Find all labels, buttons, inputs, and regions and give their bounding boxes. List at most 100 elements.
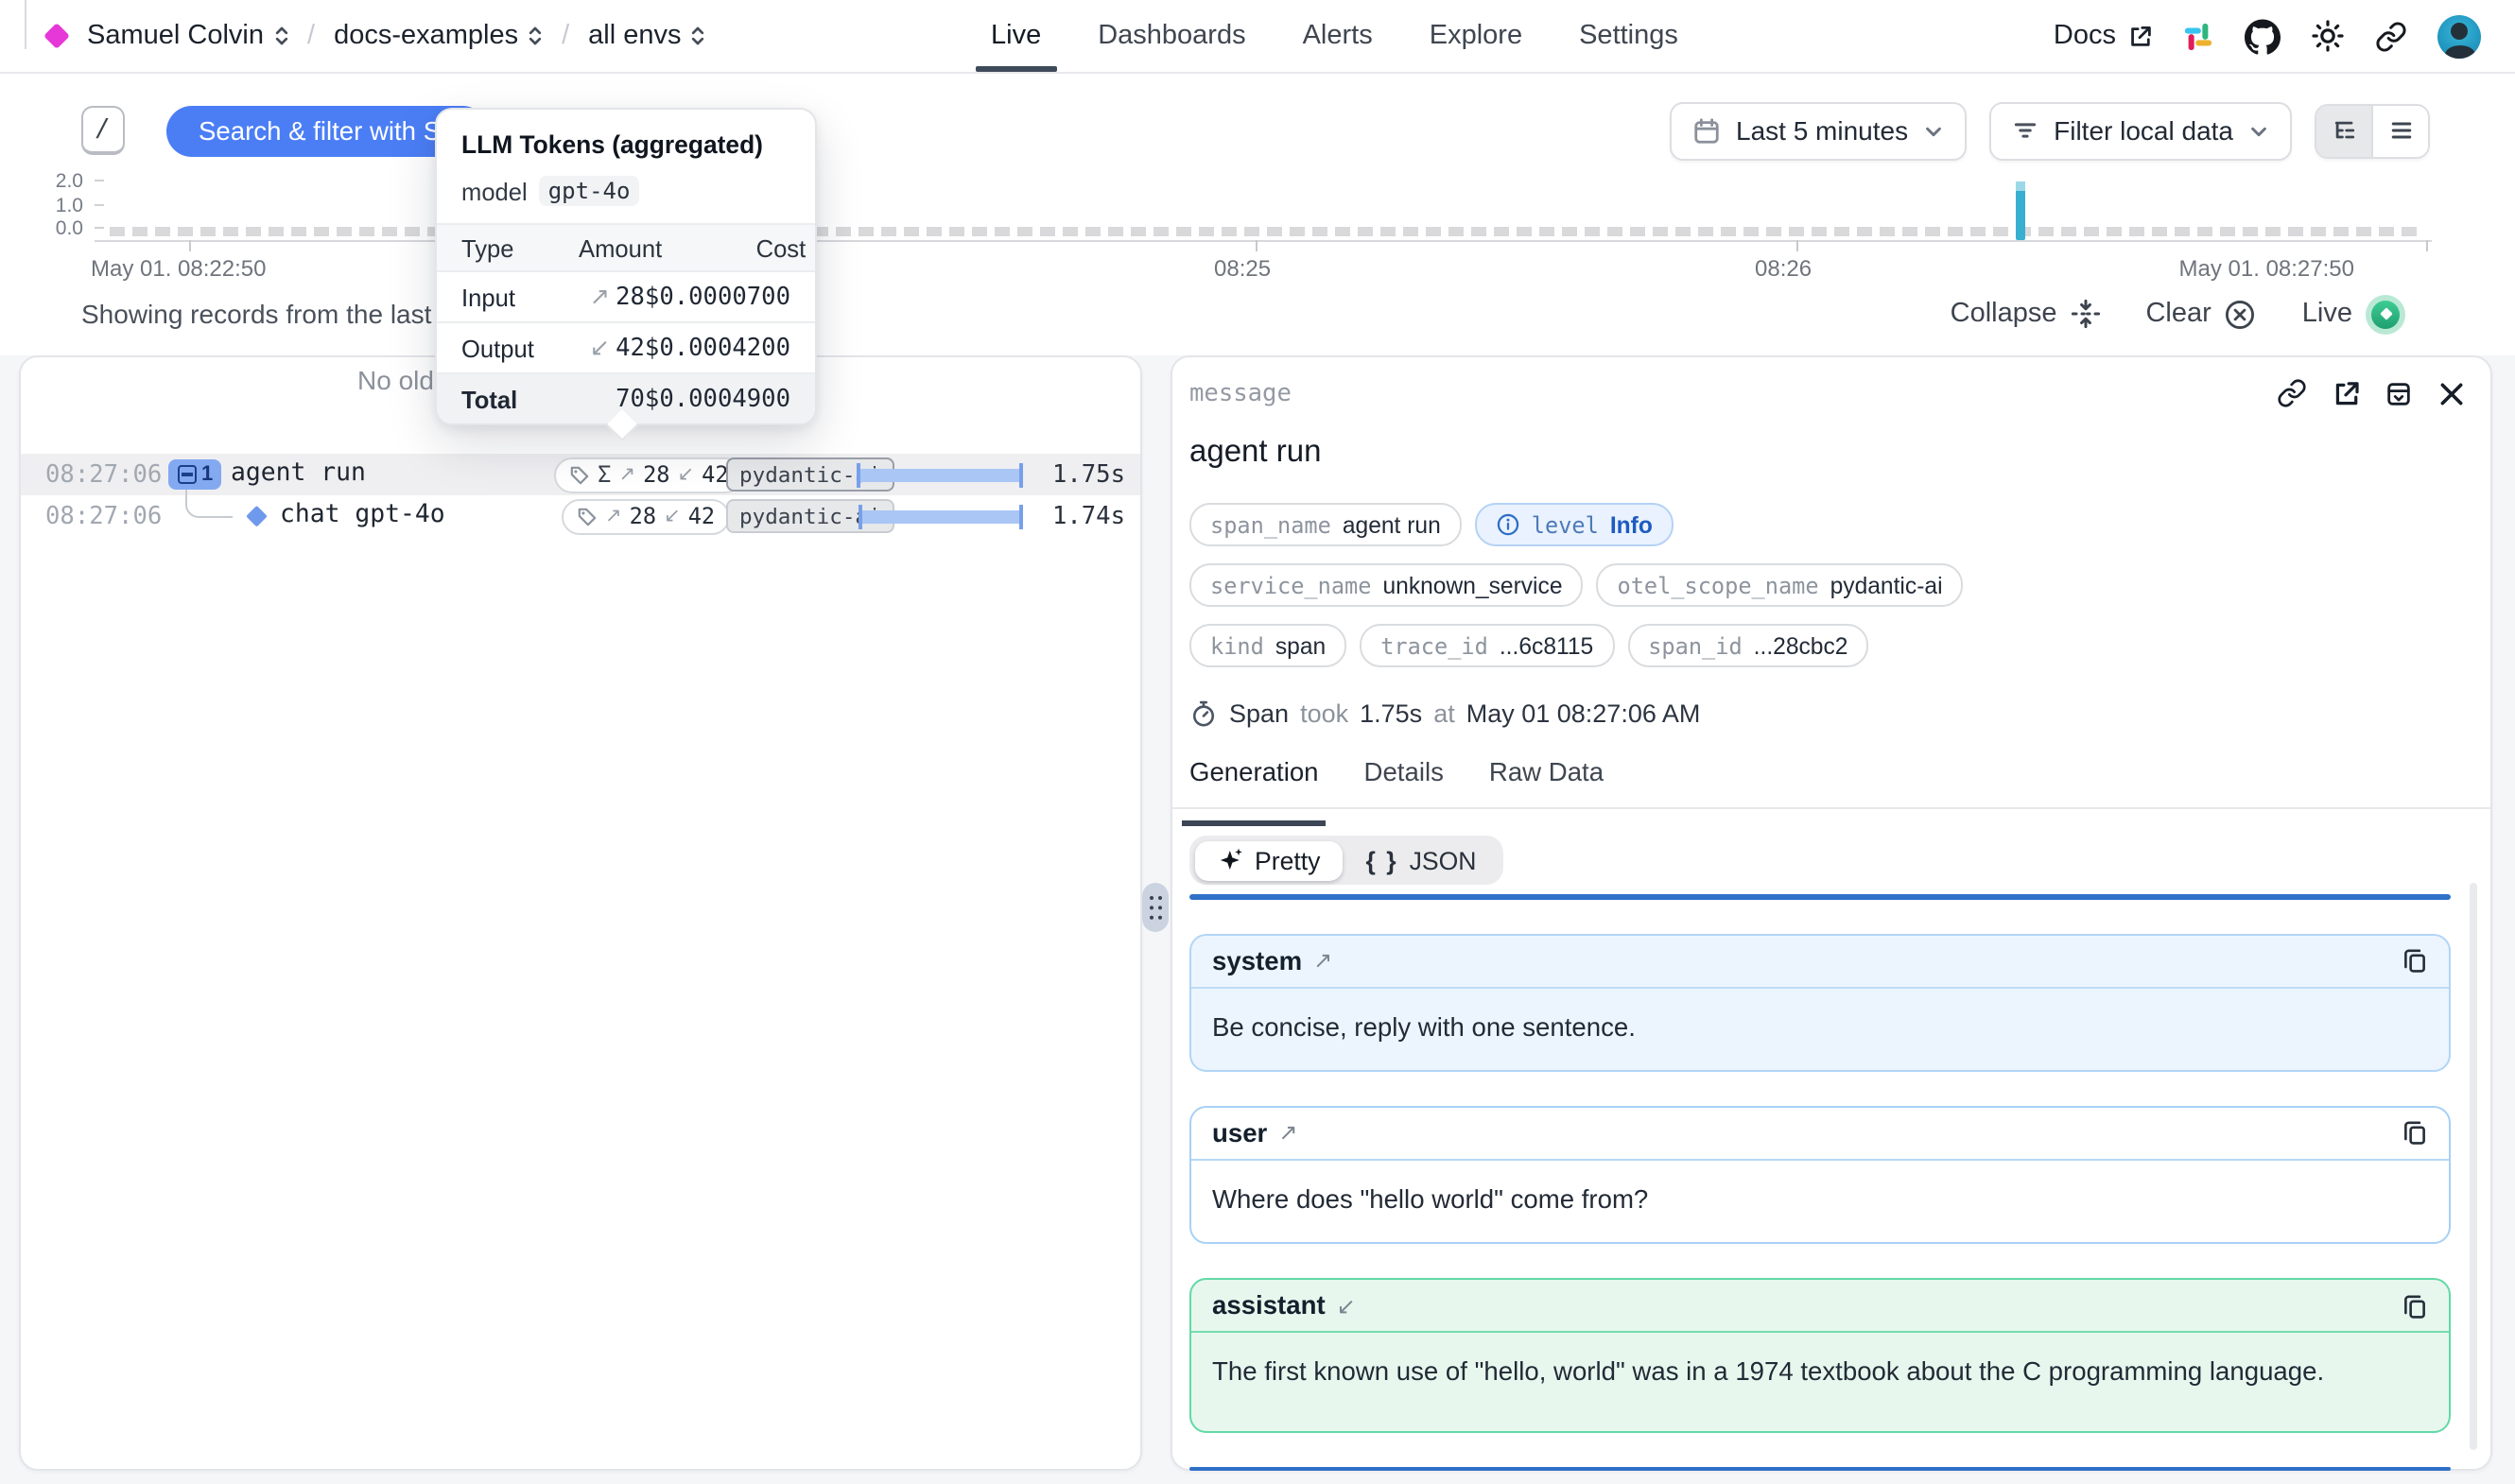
docs-link[interactable]: Docs bbox=[2054, 21, 2152, 51]
tree-view-icon bbox=[2331, 117, 2357, 144]
x-tick bbox=[1796, 240, 1799, 251]
detail-header-actions bbox=[2277, 378, 2466, 408]
calendar-icon bbox=[1692, 116, 1721, 145]
duration-bar[interactable] bbox=[857, 469, 1023, 481]
otel-scope-pill[interactable]: otel_scope_namepydantic-ai bbox=[1597, 563, 1964, 607]
user-avatar[interactable] bbox=[2437, 14, 2481, 58]
top-header: Samuel Colvin / docs-examples / all envs… bbox=[0, 0, 2515, 74]
breadcrumb-separator: / bbox=[558, 21, 573, 51]
service-name-pill[interactable]: service_nameunknown_service bbox=[1189, 563, 1584, 607]
y-tick bbox=[95, 180, 104, 182]
nav-explore[interactable]: Explore bbox=[1430, 0, 1522, 72]
tree-connector bbox=[185, 490, 233, 518]
main-nav: Live Dashboards Alerts Explore Settings bbox=[991, 0, 1678, 72]
slack-icon[interactable] bbox=[2182, 20, 2214, 52]
role-label: assistant bbox=[1212, 1292, 1326, 1320]
logfire-logo-icon bbox=[43, 23, 70, 49]
dock-panel-icon[interactable] bbox=[2385, 379, 2413, 407]
tooltip-model-row: model gpt-4o bbox=[461, 176, 790, 206]
clear-button[interactable]: Clear bbox=[2145, 298, 2256, 330]
trace-id-pill[interactable]: trace_id...6c8115 bbox=[1360, 624, 1614, 667]
histogram-bar[interactable] bbox=[2016, 181, 2025, 240]
trace-list-panel: No older 08:27:06 1 agent run Σ ↗28 ↙42 … bbox=[19, 355, 1142, 1471]
span-name-pill[interactable]: span_nameagent run bbox=[1189, 503, 1462, 546]
tab-generation[interactable]: Generation bbox=[1189, 758, 1319, 809]
y-tick-label: 0.0 bbox=[0, 217, 83, 240]
clear-label: Clear bbox=[2145, 299, 2211, 329]
github-icon[interactable] bbox=[2245, 18, 2281, 54]
output-tokens: 42 bbox=[702, 461, 728, 488]
copy-button[interactable] bbox=[2402, 947, 2428, 974]
decorative-line bbox=[25, 0, 26, 49]
scroll-bottom-boundary bbox=[1189, 1466, 2451, 1471]
tab-raw-data[interactable]: Raw Data bbox=[1489, 758, 1604, 809]
live-label: Live bbox=[2302, 299, 2352, 329]
detail-header: message bbox=[1172, 357, 2490, 408]
nav-dashboards[interactable]: Dashboards bbox=[1098, 0, 1245, 72]
org-selector[interactable]: Samuel Colvin bbox=[87, 21, 288, 51]
time-range-dropdown[interactable]: Last 5 minutes bbox=[1670, 101, 1967, 160]
tooltip-row-input: Input ↗28 $0.0000700 bbox=[437, 270, 815, 321]
y-tick-label: 1.0 bbox=[0, 194, 83, 216]
copy-button[interactable] bbox=[2402, 1120, 2428, 1147]
y-tick-label: 2.0 bbox=[0, 170, 83, 193]
input-tokens: 28 bbox=[630, 503, 656, 529]
chevron-updown-icon bbox=[528, 25, 543, 47]
docs-label: Docs bbox=[2054, 21, 2116, 51]
message-text: Be concise, reply with one sentence. bbox=[1191, 988, 2449, 1070]
theme-sun-icon[interactable] bbox=[2311, 19, 2345, 53]
copy-link-icon[interactable] bbox=[2277, 378, 2307, 408]
share-link-icon[interactable] bbox=[2375, 20, 2407, 52]
level-pill[interactable]: levelInfo bbox=[1475, 503, 1674, 546]
x-tick bbox=[189, 240, 192, 251]
time-range-value: Last 5 minutes bbox=[1736, 115, 1908, 146]
clear-circle-x-icon bbox=[2225, 298, 2257, 330]
collapse-button[interactable]: Collapse bbox=[1951, 299, 2101, 329]
x-tick-label: 08:25 bbox=[1214, 255, 1271, 282]
tab-details[interactable]: Details bbox=[1364, 758, 1444, 809]
collapse-children-badge[interactable]: 1 bbox=[168, 459, 221, 490]
token-usage-pill[interactable]: Σ ↗28 ↙42 bbox=[554, 457, 744, 492]
external-link-icon bbox=[2127, 24, 2152, 48]
info-icon bbox=[1496, 512, 1520, 537]
json-toggle-button[interactable]: { } JSON bbox=[1343, 840, 1499, 880]
x-tick-label: May 01. 08:22:50 bbox=[91, 255, 266, 282]
tree-view-button[interactable] bbox=[2316, 105, 2371, 156]
span-name: agent run bbox=[231, 459, 366, 488]
message-text: Where does "hello world" come from? bbox=[1191, 1161, 2449, 1243]
output-arrow-icon: ↙ bbox=[590, 333, 610, 361]
breadcrumb: Samuel Colvin / docs-examples / all envs bbox=[0, 21, 706, 51]
direction-arrow-icon: ↗ bbox=[1278, 1120, 1297, 1147]
header-actions: Docs bbox=[2054, 0, 2481, 72]
nav-settings[interactable]: Settings bbox=[1579, 0, 1678, 72]
scrollbar[interactable] bbox=[2470, 883, 2477, 1450]
live-toggle[interactable]: Live bbox=[2302, 294, 2405, 334]
collapse-node-icon bbox=[177, 465, 196, 484]
user-message-card: user ↗ Where does "hello world" come fro… bbox=[1189, 1106, 2451, 1245]
trace-row-chat-gpt4o[interactable]: 08:27:06 chat gpt-4o ↗28 ↙42 pydantic-ai… bbox=[21, 495, 1140, 537]
toolbar-right: Last 5 minutes Filter local data bbox=[1670, 101, 2430, 160]
filter-local-data-dropdown[interactable]: Filter local data bbox=[1989, 101, 2292, 160]
nav-alerts[interactable]: Alerts bbox=[1303, 0, 1373, 72]
kind-pill[interactable]: kindspan bbox=[1189, 624, 1346, 667]
slash-shortcut-key[interactable]: / bbox=[81, 106, 125, 155]
list-view-button[interactable] bbox=[2371, 105, 2428, 156]
project-selector[interactable]: docs-examples bbox=[334, 21, 543, 51]
role-label: system bbox=[1212, 946, 1302, 975]
close-icon[interactable] bbox=[2437, 379, 2466, 407]
chevron-updown-icon bbox=[273, 25, 288, 47]
duration-bar[interactable] bbox=[859, 510, 1023, 523]
open-external-icon[interactable] bbox=[2332, 379, 2360, 407]
panel-resize-handle[interactable] bbox=[1142, 883, 1169, 932]
x-tick-label: May 01. 08:27:50 bbox=[2146, 255, 2354, 282]
collapse-icon bbox=[2070, 299, 2100, 329]
direction-arrow-icon: ↗ bbox=[1313, 947, 1332, 974]
span-id-pill[interactable]: span_id...28cbc2 bbox=[1627, 624, 1868, 667]
output-arrow-icon: ↙ bbox=[664, 505, 681, 527]
env-selector[interactable]: all envs bbox=[588, 21, 705, 51]
copy-button[interactable] bbox=[2402, 1293, 2428, 1320]
app: Samuel Colvin / docs-examples / all envs… bbox=[0, 0, 2515, 1484]
pretty-toggle-button[interactable]: Pretty bbox=[1194, 840, 1343, 880]
nav-live[interactable]: Live bbox=[991, 0, 1041, 72]
token-usage-pill[interactable]: ↗28 ↙42 bbox=[562, 498, 730, 534]
